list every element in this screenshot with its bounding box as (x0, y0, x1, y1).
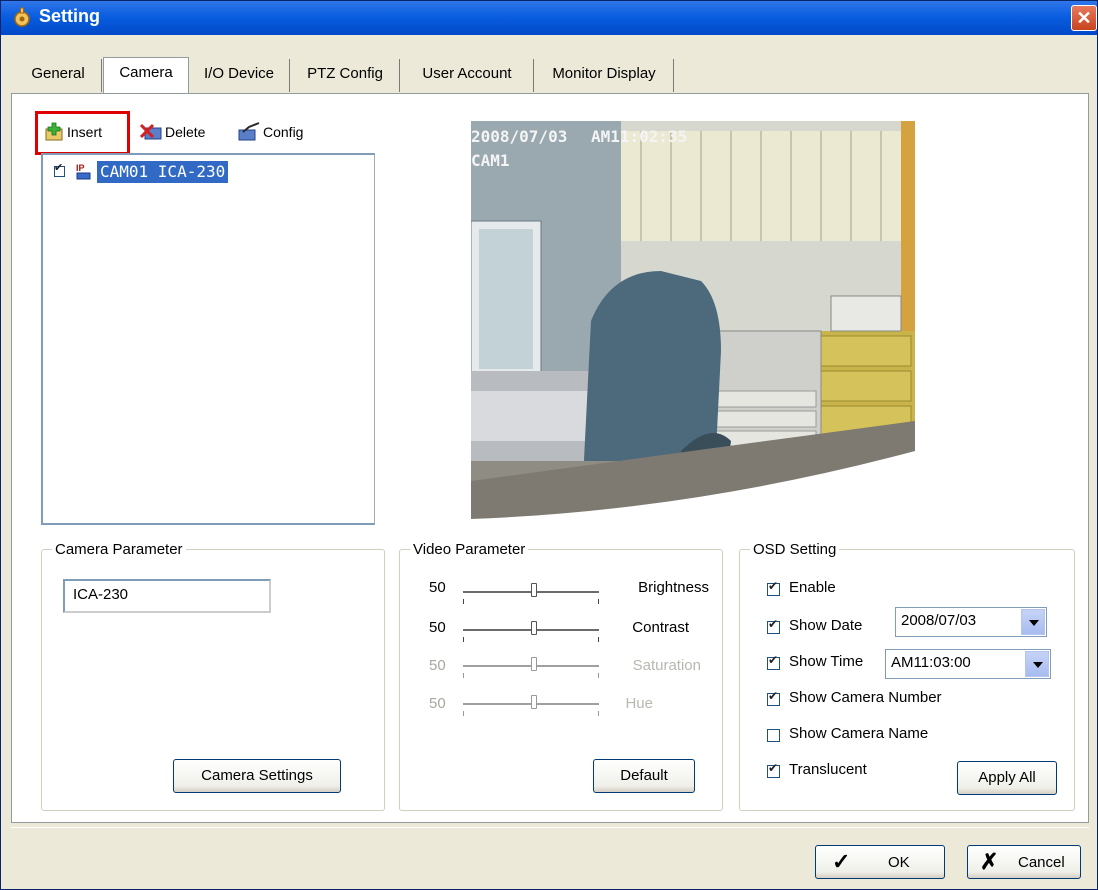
delete-label: Delete (165, 124, 206, 140)
close-button[interactable]: ✕ (1071, 5, 1097, 31)
camera-preview-image (471, 121, 915, 519)
slider-tick (463, 637, 464, 642)
slider-tick (598, 637, 599, 642)
preview-osd-date: 2008/07/03 (471, 127, 568, 146)
show-camera-name-label: Show Camera Name (789, 725, 929, 742)
ip-camera-icon: IP (76, 163, 91, 180)
delete-button[interactable]: Delete (139, 119, 223, 145)
contrast-value: 50 (429, 619, 446, 636)
video-parameter-legend: Video Parameter (413, 541, 526, 558)
camera-settings-button[interactable]: Camera Settings (173, 759, 341, 793)
window-title: Setting (39, 6, 100, 26)
show-time-checkbox[interactable] (767, 653, 780, 670)
config-button[interactable]: Config (237, 119, 321, 145)
show-camera-number-label: Show Camera Number (789, 689, 942, 706)
enable-checkbox[interactable] (767, 579, 780, 596)
tab-io-device[interactable]: I/O Device (189, 59, 290, 92)
cancel-label: Cancel (1018, 854, 1065, 871)
slider-tick (463, 673, 464, 678)
slider-tick (463, 599, 464, 604)
translucent-label: Translucent (789, 761, 867, 778)
checkmark-icon: ✓ (832, 849, 851, 874)
show-time-label: Show Time (789, 653, 864, 670)
brightness-value: 50 (429, 579, 446, 596)
camera-name-input[interactable]: ICA-230 (63, 579, 271, 613)
close-icon: ✕ (1076, 8, 1092, 28)
osd-setting-legend: OSD Setting (753, 541, 837, 558)
enable-label: Enable (789, 579, 836, 596)
time-format-value: AM11:03:00 (891, 654, 971, 671)
time-format-select[interactable]: AM11:03:00 (885, 649, 1051, 679)
chevron-down-icon[interactable] (1021, 609, 1045, 635)
hue-value: 50 (429, 695, 446, 712)
camera-parameter-legend: Camera Parameter (55, 541, 183, 558)
brightness-slider-thumb[interactable] (531, 583, 537, 597)
saturation-label: Saturation (632, 657, 701, 674)
slider-tick (598, 599, 599, 604)
tree-item-cam01[interactable]: CAM01 ICA-230 (97, 161, 229, 183)
cancel-button[interactable]: ✗ Cancel (967, 845, 1081, 879)
insert-plus-icon (45, 122, 63, 141)
tab-ptz-config[interactable]: PTZ Config (291, 59, 400, 92)
apply-all-button[interactable]: Apply All (957, 761, 1057, 795)
tab-general[interactable]: General (15, 59, 102, 92)
brightness-label: Brightness (638, 579, 709, 596)
app-gear-icon (14, 7, 30, 27)
preview-osd-datetime: 2008/07/03 AM11:02:35 (471, 127, 687, 146)
date-format-value: 2008/07/03 (901, 612, 977, 629)
show-date-checkbox[interactable] (767, 617, 780, 634)
default-button[interactable]: Default (593, 759, 695, 793)
settings-dialog: Setting ✕ General Camera I/O Device PTZ … (0, 0, 1098, 890)
slider-tick (463, 711, 464, 716)
insert-label: Insert (67, 124, 103, 140)
insert-button[interactable]: Insert (41, 119, 127, 145)
date-format-select[interactable]: 2008/07/03 (895, 607, 1047, 637)
footer-divider (11, 827, 1089, 828)
tab-camera[interactable]: Camera (103, 57, 189, 94)
show-camera-name-checkbox[interactable] (767, 729, 780, 742)
translucent-checkbox[interactable] (767, 761, 780, 778)
delete-x-icon (139, 123, 162, 140)
saturation-slider-thumb (531, 657, 537, 671)
config-label: Config (263, 124, 304, 140)
x-icon: ✗ (980, 849, 999, 874)
show-date-label: Show Date (789, 617, 863, 634)
camera-preview: 2008/07/03 AM11:02:35 CAM1 (471, 121, 915, 519)
tab-monitor-display[interactable]: Monitor Display (535, 59, 674, 92)
camera-tree[interactable]: IP CAM01 ICA-230 (41, 153, 375, 525)
svg-text:IP: IP (76, 163, 85, 173)
ok-button[interactable]: ✓ OK (815, 845, 945, 879)
saturation-value: 50 (429, 657, 446, 674)
tree-item-checkbox[interactable] (54, 161, 65, 177)
chevron-down-icon[interactable] (1025, 651, 1049, 677)
title-bar[interactable]: Setting ✕ (1, 1, 1097, 35)
contrast-label: Contrast (632, 619, 689, 636)
ok-label: OK (888, 854, 910, 871)
tab-user-account[interactable]: User Account (401, 59, 534, 92)
preview-osd-time: AM11:02:35 (590, 127, 688, 146)
show-camera-number-checkbox[interactable] (767, 689, 780, 706)
contrast-slider-thumb[interactable] (531, 621, 537, 635)
config-check-icon (238, 122, 260, 141)
hue-label: Hue (625, 695, 653, 712)
preview-osd-camera: CAM1 (471, 151, 510, 170)
